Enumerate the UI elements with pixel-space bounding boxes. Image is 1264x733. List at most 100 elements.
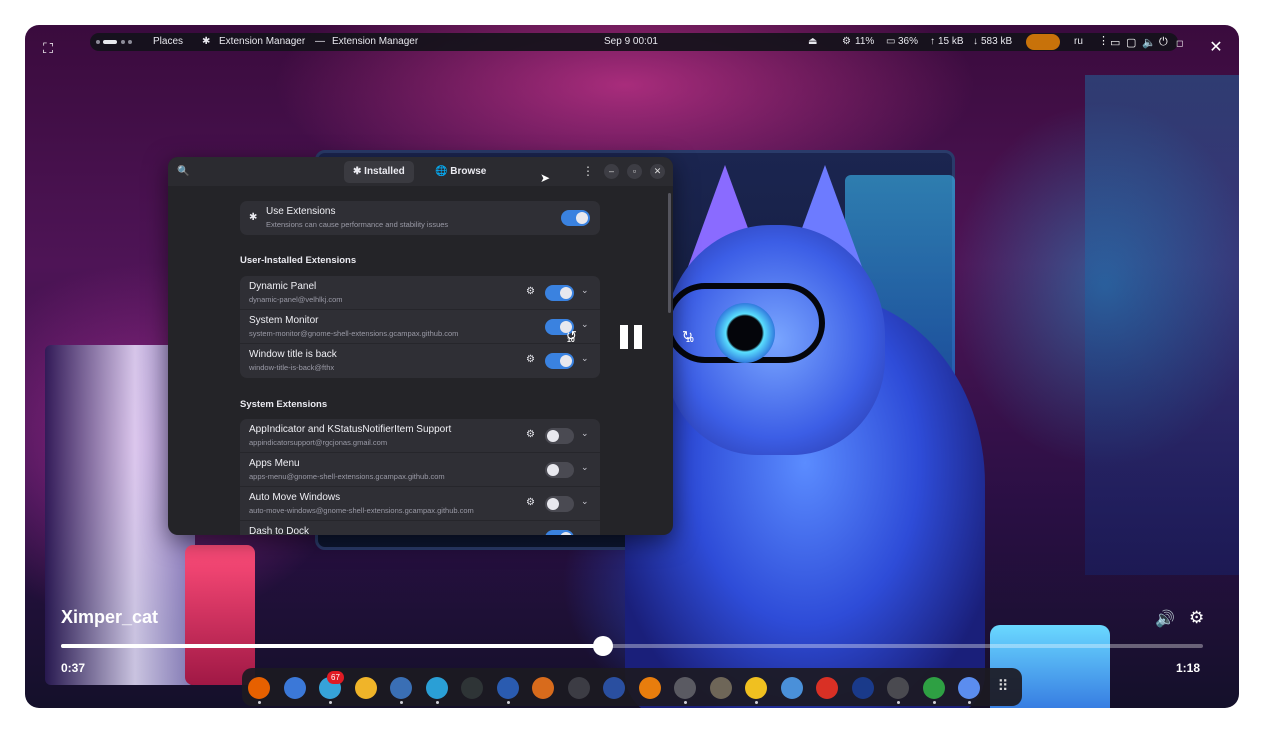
chevron-down-icon[interactable]: ⌄ <box>581 353 589 364</box>
skip-back-icon[interactable]: ↺ 10 <box>566 328 577 344</box>
maps-icon[interactable] <box>425 677 448 699</box>
show-apps-icon[interactable]: ⠿ <box>994 678 1012 696</box>
main-menu-icon[interactable]: ⋮ <box>582 164 594 178</box>
download-speed[interactable]: 583 kB <box>981 36 1012 47</box>
extension-toggle[interactable] <box>545 285 574 301</box>
seek-bar[interactable] <box>61 636 1203 656</box>
clock[interactable]: Sep 9 00:01 <box>604 36 658 47</box>
extension-name: Apps Menu <box>249 458 300 469</box>
running-indicator <box>506 701 510 704</box>
eject-icon[interactable]: ⏏ <box>808 36 817 47</box>
extension-row[interactable]: Dash to Dock ⌄ <box>240 521 600 535</box>
workspace-dot-active[interactable] <box>103 40 117 44</box>
volume-icon[interactable]: 🔊 <box>1155 609 1175 629</box>
chevron-down-icon[interactable]: ⌄ <box>581 428 589 439</box>
keyboard-layout[interactable]: ru <box>1074 36 1083 47</box>
chromium-icon[interactable] <box>283 677 306 699</box>
extension-name: System Monitor <box>249 315 319 326</box>
restore-icon[interactable]: ◻ <box>1176 38 1183 49</box>
extension-row[interactable]: Window title is back window-title-is-back… <box>240 344 600 378</box>
darktable-icon[interactable] <box>745 677 767 699</box>
bluetooth-app-icon[interactable] <box>851 677 874 699</box>
use-extensions-toggle[interactable] <box>561 210 590 226</box>
extension-settings-icon[interactable]: ⚙ <box>526 429 535 440</box>
extension-uuid: auto-move-windows@gnome-shell-extensions… <box>249 506 474 515</box>
chevron-down-icon[interactable]: ⌄ <box>581 319 589 330</box>
dock: 67 ⠿ <box>242 668 1022 706</box>
extension-toggle[interactable] <box>545 428 574 444</box>
inkscape-icon[interactable] <box>674 677 696 699</box>
tweaks-icon[interactable] <box>887 677 909 699</box>
seek-bar-handle[interactable] <box>592 636 613 656</box>
extension-toggle[interactable] <box>545 353 574 369</box>
extension-uuid: appindicatorsupport@rgcjonas.gmail.com <box>249 438 388 447</box>
upload-speed[interactable]: 15 kB <box>938 36 964 47</box>
toggle-app-icon[interactable] <box>496 677 519 699</box>
memory-usage[interactable]: 36% <box>898 36 918 47</box>
skip-forward-icon[interactable]: ↻ 10 <box>682 328 694 344</box>
extension-row[interactable]: System Monitor system-monitor@gnome-shell… <box>240 310 600 344</box>
extension-manager-window: 🔍 ✱ Installed 🌐 Browse ⋮ – ▫ ✕ ✱ Use Ext… <box>168 157 673 535</box>
pause-bar <box>620 325 628 349</box>
video-frame-cat-eye <box>715 303 775 363</box>
gimp-icon[interactable] <box>709 677 732 699</box>
chevron-down-icon[interactable]: ⌄ <box>581 496 589 507</box>
extension-row[interactable]: AppIndicator and KStatusNotifierItem Sup… <box>240 419 600 453</box>
shield-icon[interactable] <box>780 677 803 699</box>
screenshot-icon[interactable] <box>567 677 590 699</box>
monitor-icon[interactable] <box>603 677 625 699</box>
chevron-down-icon[interactable]: ⌄ <box>581 285 589 296</box>
colors-app-icon[interactable] <box>354 677 377 699</box>
apps-grid-icon[interactable] <box>532 677 554 699</box>
blender-icon[interactable] <box>638 677 661 699</box>
running-indicator <box>932 701 936 704</box>
maximize-button[interactable]: ▫ <box>627 164 642 179</box>
extension-toggle[interactable] <box>545 462 574 478</box>
close-window-button[interactable]: ✕ <box>650 164 665 179</box>
workspace-dot[interactable] <box>128 40 132 44</box>
workspace-indicator[interactable] <box>96 39 136 45</box>
extension-toggle[interactable] <box>545 530 574 535</box>
terminal-icon[interactable] <box>461 677 483 699</box>
extension-row[interactable]: Auto Move Windows auto-move-windows@gnome… <box>240 487 600 521</box>
files-icon[interactable] <box>390 677 412 699</box>
more-icon[interactable]: ⋮ <box>1098 34 1109 47</box>
pause-button[interactable] <box>620 325 644 349</box>
extension-row[interactable]: Apps Menu apps-menu@gnome-shell-extension… <box>240 453 600 487</box>
chevron-down-icon[interactable]: ⌄ <box>581 462 589 473</box>
tab-installed-label: Installed <box>364 166 405 177</box>
search-icon[interactable]: 🔍 <box>177 166 189 177</box>
extension-row[interactable]: Dynamic Panel dynamic-panel@velhlkj.com ⚙ ⌄ <box>240 276 600 310</box>
places-menu[interactable]: Places <box>153 36 183 47</box>
running-indicator <box>329 701 332 704</box>
toggle-knob <box>560 287 572 299</box>
app-menu[interactable]: Extension Manager <box>219 36 305 47</box>
tab-browse[interactable]: 🌐 Browse <box>426 161 495 183</box>
minimize-button[interactable]: – <box>604 164 619 179</box>
window-title: Extension Manager <box>332 36 419 47</box>
settings-icon[interactable]: ⚙ <box>1189 608 1204 628</box>
extension-settings-icon[interactable]: ⚙ <box>526 497 535 508</box>
screen-recording-indicator[interactable] <box>1026 34 1060 50</box>
running-indicator <box>755 701 758 704</box>
tab-installed[interactable]: ✱ Installed <box>344 161 414 183</box>
scrollbar[interactable] <box>668 193 671 313</box>
firefox-icon[interactable] <box>248 677 270 699</box>
toggle-knob <box>560 532 572 535</box>
use-extensions-title: Use Extensions <box>266 206 336 217</box>
music-icon[interactable] <box>922 677 945 699</box>
chevron-down-icon[interactable]: ⌄ <box>581 530 589 535</box>
extension-toggle[interactable] <box>545 496 574 512</box>
extension-settings-icon[interactable]: ⚙ <box>526 286 535 297</box>
workspace-dot[interactable] <box>96 40 100 44</box>
cpu-usage[interactable]: 11% <box>855 36 874 47</box>
running-indicator <box>684 701 687 704</box>
extensions-icon[interactable] <box>958 677 980 699</box>
workspace-dot[interactable] <box>121 40 125 44</box>
use-extensions-row[interactable]: ✱ Use Extensions Extensions can cause pe… <box>240 201 600 235</box>
extension-name: Auto Move Windows <box>249 492 341 503</box>
chrome-icon[interactable] <box>816 677 838 699</box>
extension-settings-icon[interactable]: ⚙ <box>526 354 535 365</box>
fullscreen-icon[interactable]: ⛶ <box>40 40 56 56</box>
close-icon[interactable]: ✕ <box>1208 40 1224 56</box>
